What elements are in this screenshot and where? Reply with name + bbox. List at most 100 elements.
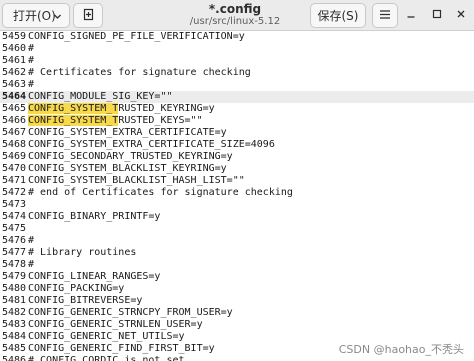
line-number: 5473 xyxy=(2,199,27,210)
line-content: # end of Certificates for signature chec… xyxy=(28,187,293,198)
line-number: 5468 xyxy=(2,139,27,150)
editor-line[interactable]: 5482 CONFIG_GENERIC_STRNCPY_FROM_USER=y xyxy=(0,307,474,319)
line-content: CONFIG_GENERIC_NET_UTILS=y xyxy=(28,331,185,342)
line-number: 5474 xyxy=(2,211,27,222)
editor-line[interactable]: 5468 CONFIG_SYSTEM_EXTRA_CERTIFICATE_SIZE… xyxy=(0,139,474,151)
line-number: 5471 xyxy=(2,175,27,186)
save-button-label: 保存(S) xyxy=(317,9,359,23)
editor-line[interactable]: 5480 CONFIG_PACKING=y xyxy=(0,283,474,295)
line-number: 5483 xyxy=(2,319,27,330)
new-tab-button[interactable] xyxy=(73,3,103,28)
line-number: 5460 xyxy=(2,43,27,54)
line-text: CONFIG_SYSTEM_EXTRA_CERTIFICATE_SIZE=409… xyxy=(28,139,275,150)
menu-button[interactable] xyxy=(372,3,398,28)
line-content: CONFIG_BITREVERSE=y xyxy=(28,295,142,306)
line-content: # Library routines xyxy=(28,247,136,258)
minimize-icon xyxy=(406,6,416,24)
line-text: # Library routines xyxy=(28,247,137,258)
line-content: CONFIG_SYSTEM_BLACKLIST_KEYRING=y xyxy=(28,163,227,174)
editor-line[interactable]: 5471 CONFIG_SYSTEM_BLACKLIST_HASH_LIST="" xyxy=(0,175,474,187)
editor-line[interactable]: 5481 CONFIG_BITREVERSE=y xyxy=(0,295,474,307)
line-text: # xyxy=(28,79,35,90)
new-document-icon xyxy=(82,8,95,24)
editor-line[interactable]: 5467 CONFIG_SYSTEM_EXTRA_CERTIFICATE=y xyxy=(0,127,474,139)
line-content: # xyxy=(28,235,34,246)
line-number: 5467 xyxy=(2,127,27,138)
watermark: CSDN @haohao_不秃头 xyxy=(336,341,466,357)
line-content: # xyxy=(28,43,34,54)
line-text: CONFIG_BITREVERSE=y xyxy=(28,295,143,306)
open-button[interactable]: 打开(O) xyxy=(2,3,70,28)
editor-line[interactable]: 5473 xyxy=(0,199,474,211)
editor-line[interactable]: 5466 CONFIG_SYSTEM_TRUSTED_KEYS="" xyxy=(0,115,474,127)
search-match-highlight: CONFIG_SYSTEM_T xyxy=(28,103,119,114)
line-number: 5475 xyxy=(2,223,27,234)
editor-line[interactable]: 5476 # xyxy=(0,235,474,247)
line-text: CONFIG_SIGNED_PE_FILE_VERIFICATION=y xyxy=(28,31,245,42)
maximize-button[interactable] xyxy=(430,8,444,22)
line-text: CONFIG_SYSTEM_BLACKLIST_KEYRING=y xyxy=(28,163,227,174)
editor-line[interactable]: 5462 # Certificates for signature checkin… xyxy=(0,67,474,79)
editor-line[interactable]: 5460 # xyxy=(0,43,474,55)
line-number: 5464 xyxy=(2,91,27,102)
editor-line[interactable]: 5470 CONFIG_SYSTEM_BLACKLIST_KEYRING=y xyxy=(0,163,474,175)
editor-line[interactable]: 5474 CONFIG_BINARY_PRINTF=y xyxy=(0,211,474,223)
line-content: CONFIG_SYSTEM_TRUSTED_KEYRING=y xyxy=(28,103,215,114)
line-number: 5459 xyxy=(2,31,27,42)
line-content: CONFIG_SYSTEM_EXTRA_CERTIFICATE_SIZE=409… xyxy=(28,139,275,150)
chevron-down-icon xyxy=(53,10,62,24)
editor-line[interactable]: 5465 CONFIG_SYSTEM_TRUSTED_KEYRING=y xyxy=(0,103,474,115)
minimize-button[interactable] xyxy=(404,8,418,22)
maximize-icon xyxy=(432,6,442,24)
line-content: # xyxy=(28,79,34,90)
editor-line[interactable]: 5464 CONFIG_MODULE_SIG_KEY="" xyxy=(0,91,474,103)
close-icon xyxy=(456,6,466,24)
line-number: 5462 xyxy=(2,67,27,78)
editor-line[interactable]: 5483 CONFIG_GENERIC_STRNLEN_USER=y xyxy=(0,319,474,331)
editor-line[interactable]: 5472 # end of Certificates for signature … xyxy=(0,187,474,199)
line-number: 5461 xyxy=(2,55,27,66)
line-number: 5479 xyxy=(2,271,27,282)
line-number: 5482 xyxy=(2,307,27,318)
line-text: CONFIG_GENERIC_STRNLEN_USER=y xyxy=(28,319,203,330)
line-text: CONFIG_GENERIC_STRNCPY_FROM_USER=y xyxy=(28,307,233,318)
line-content: CONFIG_SYSTEM_EXTRA_CERTIFICATE=y xyxy=(28,127,227,138)
document-title: *.config xyxy=(208,2,262,16)
line-text: RUSTED_KEYRING=y xyxy=(118,103,215,114)
line-content: # xyxy=(28,55,34,66)
line-number: 5484 xyxy=(2,331,27,342)
editor-line[interactable]: 5463 # xyxy=(0,79,474,91)
editor-line[interactable]: 5477 # Library routines xyxy=(0,247,474,259)
editor-line[interactable]: 5469 CONFIG_SECONDARY_TRUSTED_KEYRING=y xyxy=(0,151,474,163)
line-content: CONFIG_MODULE_SIG_KEY="" xyxy=(28,91,173,102)
line-text: CONFIG_SECONDARY_TRUSTED_KEYRING=y xyxy=(28,151,233,162)
line-content: CONFIG_SECONDARY_TRUSTED_KEYRING=y xyxy=(28,151,233,162)
title-area: *.config /usr/src/linux-5.12 xyxy=(160,2,310,28)
line-number: 5486 xyxy=(2,355,27,361)
line-text: CONFIG_GENERIC_NET_UTILS=y xyxy=(28,331,185,342)
editor-line[interactable]: 5459 CONFIG_SIGNED_PE_FILE_VERIFICATION=y xyxy=(0,31,474,43)
header-bar: 打开(O) *.config /usr/src/linux-5.12 保存(S) xyxy=(0,0,474,31)
line-content: CONFIG_GENERIC_FIND_FIRST_BIT=y xyxy=(28,343,215,354)
line-text: RUSTED_KEYS="" xyxy=(118,115,203,126)
editor-line[interactable]: 5479 CONFIG_LINEAR_RANGES=y xyxy=(0,271,474,283)
line-content: CONFIG_SYSTEM_TRUSTED_KEYS="" xyxy=(28,115,203,126)
open-button-label: 打开(O) xyxy=(13,9,56,23)
editor-line[interactable]: 5475 xyxy=(0,223,474,235)
line-text: CONFIG_MODULE_SIG_KEY="" xyxy=(28,91,173,102)
line-text: # xyxy=(28,43,35,54)
close-button[interactable] xyxy=(454,8,468,22)
line-text: # end of Certificates for signature chec… xyxy=(28,187,293,198)
editor-line[interactable]: 5461 # xyxy=(0,55,474,67)
line-text: # Certificates for signature checking xyxy=(28,67,251,78)
document-path: /usr/src/linux-5.12 xyxy=(189,16,281,27)
save-button[interactable]: 保存(S) xyxy=(310,3,366,28)
line-number: 5470 xyxy=(2,163,27,174)
line-number: 5469 xyxy=(2,151,27,162)
line-content: # xyxy=(28,259,34,270)
text-editor-area[interactable]: 5459 CONFIG_SIGNED_PE_FILE_VERIFICATION=y… xyxy=(0,31,474,361)
line-content: # CONFIG_CORDIC is not set xyxy=(28,355,185,361)
line-text: CONFIG_PACKING=y xyxy=(28,283,125,294)
hamburger-menu-icon xyxy=(379,9,391,23)
editor-line[interactable]: 5478 # xyxy=(0,259,474,271)
